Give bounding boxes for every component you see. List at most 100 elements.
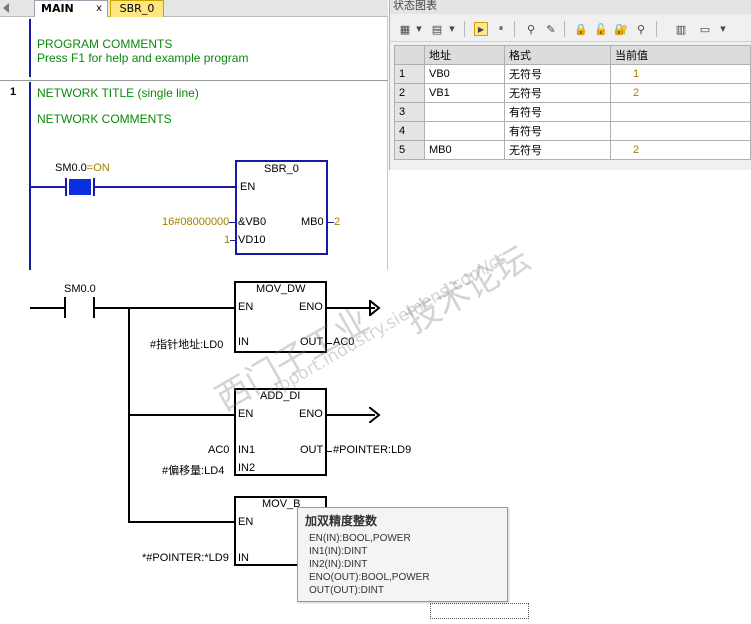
chevron-down-icon[interactable]: ▼ [412, 22, 426, 36]
cell-address[interactable]: VB0 [424, 64, 505, 84]
mov-dw-en: EN [238, 301, 254, 313]
add-di-in2: IN2 [238, 462, 256, 474]
cell-address[interactable] [424, 102, 505, 122]
focus-rectangle [430, 603, 529, 619]
cell-format[interactable]: 无符号 [504, 140, 611, 160]
read-glasses-icon[interactable]: ⚲ [524, 22, 538, 36]
in2-wire [230, 240, 236, 241]
sbr-0-en: EN [240, 181, 256, 193]
tooltip-param: IN2(IN):DINT [309, 559, 368, 570]
toolbar-separator [464, 21, 465, 37]
mov-dw-out-wire [327, 343, 332, 344]
delete-row-icon[interactable]: ▤ [430, 22, 444, 36]
add-di-en: EN [238, 408, 254, 420]
tab-main-label: MAIN [41, 2, 74, 15]
table-row[interactable]: 5 MB0 无符号 2 [394, 140, 751, 160]
tooltip-param: IN1(IN):DINT [309, 546, 368, 557]
row-number: 4 [394, 121, 425, 141]
instruction-tooltip: 加双精度整数 EN(IN):BOOL,POWER IN1(IN):DINT IN… [297, 507, 508, 602]
add-di-in2-operand[interactable]: #偏移量:LD4 [162, 462, 224, 478]
sbr-0-in1-label[interactable]: &VB0 [238, 216, 266, 228]
rung-wire [31, 186, 65, 188]
out-wire [327, 222, 334, 223]
in1-wire [229, 222, 236, 223]
tag-format-icon[interactable]: ▭ [696, 22, 714, 36]
program-comments[interactable]: PROGRAM COMMENTS [37, 37, 172, 51]
tooltip-param: ENO(OUT):BOOL,POWER [309, 572, 430, 583]
column-current-value[interactable]: 当前值 [610, 45, 751, 65]
column-format[interactable]: 格式 [504, 45, 611, 65]
tooltip-param: OUT(OUT):DINT [309, 585, 384, 596]
cell-current-value[interactable]: 1 [610, 64, 751, 84]
grid-corner [394, 45, 425, 65]
cell-format[interactable]: 有符号 [504, 121, 611, 141]
chevron-down-icon[interactable]: ▼ [716, 22, 730, 36]
status-chart-grid: 地址 格式 当前值 1 VB0 无符号 1 2 VB1 无符号 2 3 有符号 [394, 45, 751, 160]
cell-format[interactable]: 有符号 [504, 102, 611, 122]
contact-state: =ON [86, 162, 110, 174]
cell-address[interactable] [424, 121, 505, 141]
column-address[interactable]: 地址 [424, 45, 505, 65]
table-row[interactable]: 1 VB0 无符号 1 [394, 64, 751, 84]
status-chart-toolbar: ▦ ▼ ▤ ▼ ▶ ⏸ ⚲ ✎ 🔒 🔓 🔐 ⚲ ▥ ▭ ▼ [390, 16, 751, 42]
mov-b-in-operand[interactable]: *#POINTER:*LD9 [142, 552, 229, 564]
add-di-out-operand[interactable]: #POINTER:LD9 [333, 444, 411, 456]
tab-main[interactable]: MAIN x [34, 0, 108, 17]
contact-label[interactable]: SM0.0 [64, 283, 96, 295]
table-row[interactable]: 2 VB1 无符号 2 [394, 83, 751, 103]
pause-icon[interactable]: ⏸ [494, 22, 508, 36]
editor-tab-bar: MAIN x SBR_0 [0, 0, 388, 17]
mov-dw-out-operand[interactable]: AC0 [333, 336, 354, 348]
contact-left-bar [65, 178, 67, 196]
network-separator [0, 80, 388, 81]
read-forced-icon[interactable]: ⚲ [634, 22, 648, 36]
mov-dw-in-operand[interactable]: #指针地址:LD0 [150, 336, 223, 352]
insert-row-icon[interactable]: ▦ [398, 22, 412, 36]
tooltip-param: EN(IN):BOOL,POWER [309, 533, 411, 544]
write-pencil-icon[interactable]: ✎ [544, 22, 558, 36]
table-row[interactable]: 4 有符号 [394, 121, 751, 141]
add-di-out: OUT [300, 444, 324, 456]
grid-header-row: 地址 格式 当前值 [394, 45, 751, 65]
branch-to-mov-b [128, 521, 235, 523]
mov-b-in: IN [238, 552, 249, 564]
cell-format[interactable]: 无符号 [504, 83, 611, 103]
contact-on-indicator[interactable] [69, 179, 91, 195]
tab-sbr-0[interactable]: SBR_0 [110, 0, 164, 17]
network-comments[interactable]: NETWORK COMMENTS [37, 112, 172, 126]
mov-b-name: MOV_B [262, 498, 301, 510]
unforce-lock-icon[interactable]: 🔓 [594, 22, 608, 36]
toolbar-separator [564, 21, 565, 37]
sbr-0-in2-label[interactable]: VD10 [238, 234, 266, 246]
cell-current-value[interactable]: 2 [610, 140, 751, 160]
table-row[interactable]: 3 有符号 [394, 102, 751, 122]
cell-address[interactable]: VB1 [424, 83, 505, 103]
add-di-name: ADD_DI [260, 390, 301, 402]
cell-current-value[interactable]: 2 [610, 83, 751, 103]
chevron-down-icon[interactable]: ▼ [445, 22, 459, 36]
cell-format[interactable]: 无符号 [504, 64, 611, 84]
row-number: 1 [394, 64, 425, 84]
network-title[interactable]: NETWORK TITLE (single line) [37, 86, 199, 100]
trend-view-icon[interactable]: ▥ [674, 22, 688, 36]
contact-address[interactable]: SM0.0=ON [55, 162, 110, 174]
contact-left-bar [64, 297, 66, 318]
add-di-in1-operand[interactable]: AC0 [208, 444, 229, 456]
mov-dw-out: OUT [300, 336, 324, 348]
mov-dw-eno: ENO [299, 301, 323, 313]
force-lock-icon[interactable]: 🔒 [574, 22, 588, 36]
row-number: 2 [394, 83, 425, 103]
cell-current-value[interactable] [610, 121, 751, 141]
unforce-all-icon[interactable]: 🔐 [614, 22, 628, 36]
arrow-right-icon [369, 407, 381, 423]
row-number: 3 [394, 102, 425, 122]
cell-current-value[interactable] [610, 102, 751, 122]
close-icon[interactable]: x [96, 1, 102, 17]
start-monitor-icon[interactable]: ▶ [474, 22, 488, 36]
row-number: 5 [394, 140, 425, 160]
cell-address[interactable]: MB0 [424, 140, 505, 160]
scroll-left-icon[interactable] [3, 3, 9, 13]
sbr-0-out-label[interactable]: MB0 [301, 216, 324, 228]
contact-address-label: SM0.0 [55, 162, 87, 174]
mov-dw-eno-wire [327, 307, 375, 309]
